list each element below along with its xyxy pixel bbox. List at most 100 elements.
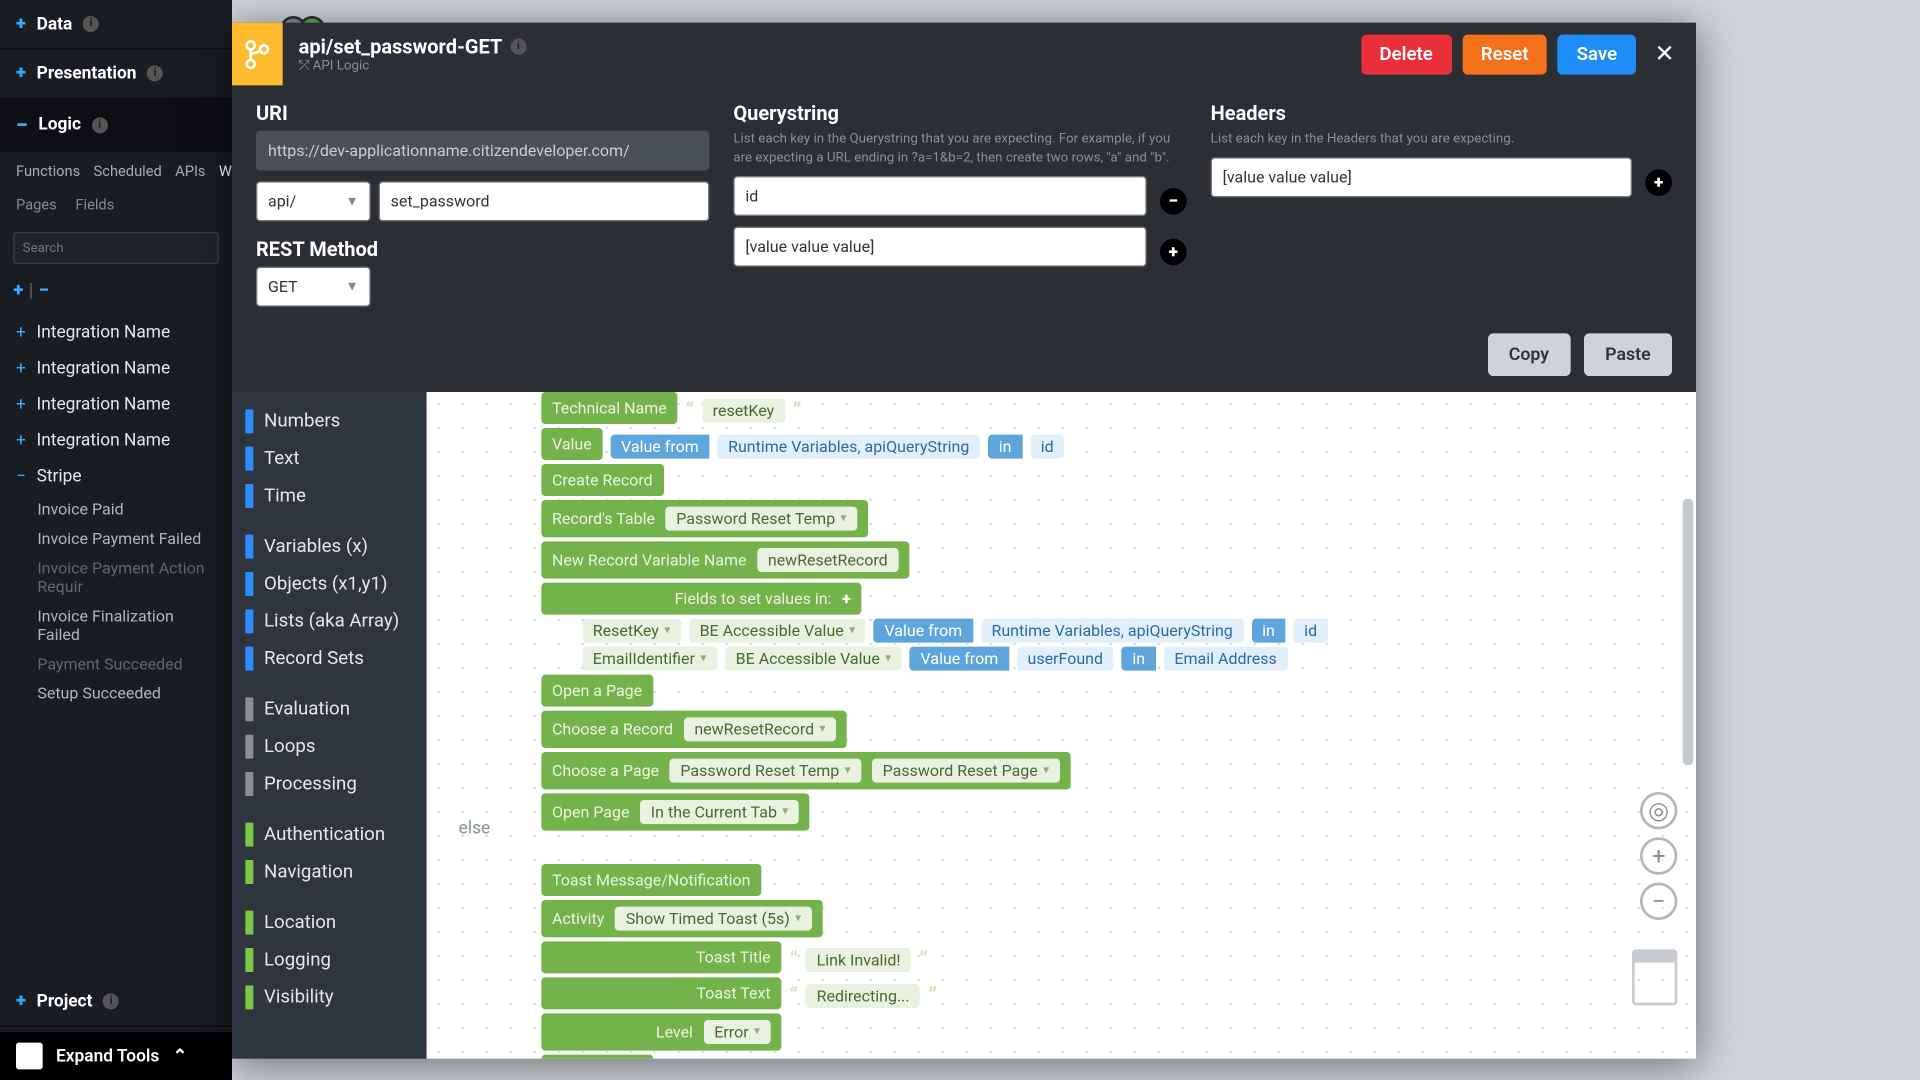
- reset-button[interactable]: Reset: [1462, 34, 1547, 74]
- minus-icon: −: [16, 112, 28, 137]
- scrollbar[interactable]: [1683, 499, 1694, 766]
- category-color-icon: [245, 697, 253, 721]
- sidebar-item-int2[interactable]: +Integration Name: [0, 351, 232, 387]
- sidebar-item-int3[interactable]: +Integration Name: [0, 387, 232, 423]
- flow-canvas[interactable]: ◎ + − else Technical Name “resetKey” Val…: [427, 392, 1696, 1059]
- chevron-down-icon: ▼: [345, 279, 358, 294]
- block-category[interactable]: Location: [232, 904, 427, 941]
- search-input[interactable]: [13, 232, 218, 264]
- hd-label: Headers: [1211, 101, 1672, 125]
- block-category[interactable]: Variables (x): [232, 528, 427, 565]
- panel-subtitle: ⤱ API Logic: [299, 59, 1345, 74]
- remove-icon[interactable]: −: [39, 280, 49, 301]
- trash-icon[interactable]: [1632, 949, 1677, 1005]
- category-label: Navigation: [264, 861, 353, 882]
- add-row-icon[interactable]: +: [1645, 169, 1672, 196]
- block-category[interactable]: Logging: [232, 941, 427, 978]
- expand-tools[interactable]: Expand Tools ⌃: [0, 1032, 232, 1080]
- plus-icon: +: [16, 323, 26, 343]
- section-project[interactable]: +Projecti: [0, 977, 232, 1026]
- sidebar-item-int1[interactable]: +Integration Name: [0, 315, 232, 351]
- category-color-icon: [245, 609, 253, 633]
- api-prefix-select[interactable]: api/▼: [256, 181, 371, 221]
- save-button[interactable]: Save: [1558, 34, 1636, 74]
- hd-hint: List each key in the Headers that you ar…: [1211, 131, 1672, 150]
- hd-key-input[interactable]: [value value value]: [1211, 157, 1632, 197]
- category-label: Loops: [264, 736, 315, 757]
- info-icon: i: [83, 16, 99, 32]
- add-icon[interactable]: +: [13, 280, 23, 301]
- category-color-icon: [245, 447, 253, 471]
- stripe-sub[interactable]: Setup Succeeded: [0, 679, 232, 708]
- category-label: Logging: [264, 949, 331, 970]
- minus-icon: −: [16, 467, 26, 487]
- category-color-icon: [245, 484, 253, 508]
- uri-base: https://dev-applicationname.citizendevel…: [256, 131, 709, 171]
- api-name-input[interactable]: set_password: [379, 181, 710, 221]
- delete-button[interactable]: Delete: [1361, 34, 1452, 74]
- tab-apis[interactable]: APIs: [175, 163, 205, 180]
- zoom-out-icon[interactable]: −: [1640, 883, 1677, 920]
- block-category[interactable]: Objects (x1,y1): [232, 565, 427, 602]
- sidebar: +Datai +Presentationi −Logici Functions …: [0, 0, 232, 1080]
- block-category[interactable]: Numbers: [232, 403, 427, 440]
- stripe-sub[interactable]: Invoice Paid: [0, 495, 232, 524]
- stripe-sub[interactable]: Payment Succeeded: [0, 649, 232, 678]
- branch-icon: [232, 23, 283, 86]
- category-color-icon: [245, 735, 253, 759]
- info-icon: i: [92, 117, 108, 133]
- stripe-sub[interactable]: Invoice Finalization Failed: [0, 601, 232, 649]
- section-data[interactable]: +Datai: [0, 0, 232, 49]
- else-label: else: [459, 819, 491, 839]
- zoom-controls: ◎ + −: [1640, 792, 1677, 920]
- sidebar-item-stripe[interactable]: −Stripe: [0, 459, 232, 495]
- plus-icon: +: [16, 359, 26, 379]
- subtab-fields[interactable]: Fields: [75, 196, 114, 213]
- info-icon: i: [510, 39, 526, 55]
- api-editor-panel: api/set_password-GETi ⤱ API Logic Delete…: [232, 23, 1696, 1059]
- remove-row-icon[interactable]: −: [1160, 188, 1187, 215]
- copy-button[interactable]: Copy: [1487, 333, 1570, 376]
- qs-key-input[interactable]: id: [733, 176, 1146, 216]
- block-category[interactable]: Record Sets: [232, 640, 427, 677]
- category-label: Time: [264, 485, 306, 506]
- zoom-in-icon[interactable]: +: [1640, 837, 1677, 874]
- block-chip[interactable]: resetKey: [702, 398, 785, 422]
- stripe-sub[interactable]: Invoice Payment Failed: [0, 524, 232, 553]
- block-category[interactable]: Lists (aka Array): [232, 603, 427, 640]
- integration-tree: +Integration Name +Integration Name +Int…: [0, 309, 232, 713]
- plus-icon: +: [16, 431, 26, 451]
- category-label: Variables (x): [264, 536, 368, 557]
- category-label: Objects (x1,y1): [264, 573, 387, 594]
- category-color-icon: [245, 911, 253, 935]
- section-logic[interactable]: −Logici: [0, 99, 232, 152]
- category-label: Text: [264, 448, 300, 469]
- block-category[interactable]: Loops: [232, 728, 427, 765]
- stripe-sub[interactable]: Invoice Payment Action Requir: [0, 553, 232, 601]
- qs-row: [value value value] +: [733, 227, 1186, 278]
- chevron-down-icon: ▼: [345, 194, 358, 209]
- add-row-icon[interactable]: +: [1160, 239, 1187, 266]
- paste-button[interactable]: Paste: [1584, 333, 1672, 376]
- info-icon: i: [103, 993, 119, 1009]
- block-category[interactable]: Processing: [232, 765, 427, 802]
- block-category[interactable]: Text: [232, 440, 427, 477]
- block-category[interactable]: Time: [232, 477, 427, 514]
- block-category[interactable]: Authentication: [232, 816, 427, 853]
- block-categories: Numbers Text Time Variables (x) Objects (x1,…: [232, 392, 427, 1059]
- close-icon[interactable]: ✕: [1647, 40, 1683, 68]
- block-category[interactable]: Visibility: [232, 979, 427, 1016]
- tab-scheduled[interactable]: Scheduled: [94, 163, 162, 180]
- section-presentation[interactable]: +Presentationi: [0, 49, 232, 98]
- subtab-pages[interactable]: Pages: [16, 196, 57, 213]
- rest-method-select[interactable]: GET▼: [256, 267, 371, 307]
- tab-functions[interactable]: Functions: [16, 163, 80, 180]
- flow-blocks: else Technical Name “resetKey” Value Val…: [541, 392, 1327, 1059]
- rest-label: REST Method: [256, 237, 709, 261]
- sidebar-item-int4[interactable]: +Integration Name: [0, 423, 232, 459]
- qs-key-input[interactable]: [value value value]: [733, 227, 1146, 267]
- block-category[interactable]: Evaluation: [232, 691, 427, 728]
- block-category[interactable]: Navigation: [232, 853, 427, 890]
- center-icon[interactable]: ◎: [1640, 792, 1677, 829]
- chevron-up-icon: ⌃: [173, 1046, 188, 1066]
